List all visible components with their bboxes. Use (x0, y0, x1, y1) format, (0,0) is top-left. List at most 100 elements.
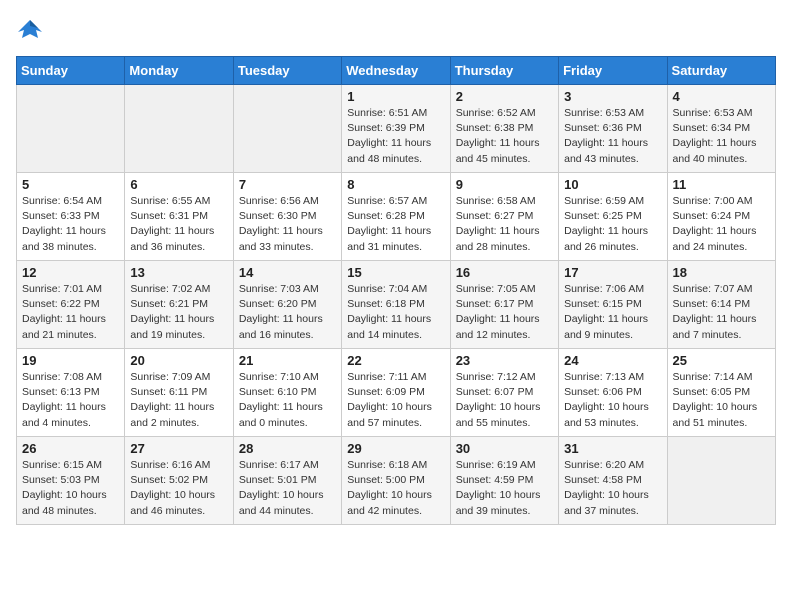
calendar-cell: 14 Sunrise: 7:03 AM Sunset: 6:20 PM Dayli… (233, 261, 341, 349)
day-number: 19 (22, 353, 119, 368)
calendar-cell: 9 Sunrise: 6:58 AM Sunset: 6:27 PM Daylig… (450, 173, 558, 261)
day-number: 11 (673, 177, 770, 192)
day-number: 24 (564, 353, 661, 368)
cell-content: Sunrise: 6:18 AM Sunset: 5:00 PM Dayligh… (347, 458, 444, 519)
cell-content: Sunrise: 7:12 AM Sunset: 6:07 PM Dayligh… (456, 370, 553, 431)
cell-content: Sunrise: 7:11 AM Sunset: 6:09 PM Dayligh… (347, 370, 444, 431)
cell-content: Sunrise: 6:15 AM Sunset: 5:03 PM Dayligh… (22, 458, 119, 519)
cell-content: Sunrise: 7:00 AM Sunset: 6:24 PM Dayligh… (673, 194, 770, 255)
calendar-cell: 21 Sunrise: 7:10 AM Sunset: 6:10 PM Dayli… (233, 349, 341, 437)
calendar-cell (667, 437, 775, 525)
calendar-cell: 19 Sunrise: 7:08 AM Sunset: 6:13 PM Dayli… (17, 349, 125, 437)
cell-content: Sunrise: 7:04 AM Sunset: 6:18 PM Dayligh… (347, 282, 444, 343)
calendar-cell: 16 Sunrise: 7:05 AM Sunset: 6:17 PM Dayli… (450, 261, 558, 349)
cell-content: Sunrise: 6:53 AM Sunset: 6:36 PM Dayligh… (564, 106, 661, 167)
day-number: 1 (347, 89, 444, 104)
day-number: 22 (347, 353, 444, 368)
calendar-cell: 29 Sunrise: 6:18 AM Sunset: 5:00 PM Dayli… (342, 437, 450, 525)
calendar-cell: 31Sunrise: 6:20 AM Sunset: 4:58 PM Dayli… (559, 437, 667, 525)
day-number: 8 (347, 177, 444, 192)
day-number: 17 (564, 265, 661, 280)
cell-content: Sunrise: 6:17 AM Sunset: 5:01 PM Dayligh… (239, 458, 336, 519)
cell-content: Sunrise: 6:20 AM Sunset: 4:58 PM Dayligh… (564, 458, 661, 519)
cell-content: Sunrise: 7:06 AM Sunset: 6:15 PM Dayligh… (564, 282, 661, 343)
cell-content: Sunrise: 7:08 AM Sunset: 6:13 PM Dayligh… (22, 370, 119, 431)
day-number: 16 (456, 265, 553, 280)
cell-content: Sunrise: 6:54 AM Sunset: 6:33 PM Dayligh… (22, 194, 119, 255)
calendar-cell: 24 Sunrise: 7:13 AM Sunset: 6:06 PM Dayli… (559, 349, 667, 437)
day-number: 29 (347, 441, 444, 456)
cell-content: Sunrise: 7:05 AM Sunset: 6:17 PM Dayligh… (456, 282, 553, 343)
page-header (16, 16, 776, 44)
day-number: 23 (456, 353, 553, 368)
day-number: 26 (22, 441, 119, 456)
logo-icon (16, 16, 44, 44)
calendar-cell: 28 Sunrise: 6:17 AM Sunset: 5:01 PM Dayli… (233, 437, 341, 525)
calendar-cell: 25Sunrise: 7:14 AM Sunset: 6:05 PM Dayli… (667, 349, 775, 437)
cell-content: Sunrise: 7:14 AM Sunset: 6:05 PM Dayligh… (673, 370, 770, 431)
cell-content: Sunrise: 6:58 AM Sunset: 6:27 PM Dayligh… (456, 194, 553, 255)
day-number: 15 (347, 265, 444, 280)
cell-content: Sunrise: 7:10 AM Sunset: 6:10 PM Dayligh… (239, 370, 336, 431)
calendar-cell: 11 Sunrise: 7:00 AM Sunset: 6:24 PM Dayli… (667, 173, 775, 261)
weekday-header: Friday (559, 57, 667, 85)
day-number: 13 (130, 265, 227, 280)
weekday-header: Wednesday (342, 57, 450, 85)
calendar-cell: 27Sunrise: 6:16 AM Sunset: 5:02 PM Dayli… (125, 437, 233, 525)
logo (16, 16, 48, 44)
calendar-cell: 26 Sunrise: 6:15 AM Sunset: 5:03 PM Dayli… (17, 437, 125, 525)
calendar-table: SundayMondayTuesdayWednesdayThursdayFrid… (16, 56, 776, 525)
cell-content: Sunrise: 7:02 AM Sunset: 6:21 PM Dayligh… (130, 282, 227, 343)
calendar-cell: 23 Sunrise: 7:12 AM Sunset: 6:07 PM Dayli… (450, 349, 558, 437)
cell-content: Sunrise: 6:19 AM Sunset: 4:59 PM Dayligh… (456, 458, 553, 519)
calendar-cell: 1 Sunrise: 6:51 AM Sunset: 6:39 PM Daylig… (342, 85, 450, 173)
cell-content: Sunrise: 7:07 AM Sunset: 6:14 PM Dayligh… (673, 282, 770, 343)
day-number: 14 (239, 265, 336, 280)
calendar-cell: 3 Sunrise: 6:53 AM Sunset: 6:36 PM Daylig… (559, 85, 667, 173)
weekday-header: Thursday (450, 57, 558, 85)
cell-content: Sunrise: 6:51 AM Sunset: 6:39 PM Dayligh… (347, 106, 444, 167)
calendar-cell: 4 Sunrise: 6:53 AM Sunset: 6:34 PM Daylig… (667, 85, 775, 173)
day-number: 28 (239, 441, 336, 456)
day-number: 20 (130, 353, 227, 368)
calendar-cell: 10 Sunrise: 6:59 AM Sunset: 6:25 PM Dayli… (559, 173, 667, 261)
day-number: 21 (239, 353, 336, 368)
calendar-cell: 15 Sunrise: 7:04 AM Sunset: 6:18 PM Dayli… (342, 261, 450, 349)
day-number: 2 (456, 89, 553, 104)
day-number: 6 (130, 177, 227, 192)
day-number: 7 (239, 177, 336, 192)
cell-content: Sunrise: 7:13 AM Sunset: 6:06 PM Dayligh… (564, 370, 661, 431)
cell-content: Sunrise: 6:16 AM Sunset: 5:02 PM Dayligh… (130, 458, 227, 519)
calendar-cell: 22 Sunrise: 7:11 AM Sunset: 6:09 PM Dayli… (342, 349, 450, 437)
day-number: 18 (673, 265, 770, 280)
day-number: 4 (673, 89, 770, 104)
calendar-cell (17, 85, 125, 173)
cell-content: Sunrise: 6:53 AM Sunset: 6:34 PM Dayligh… (673, 106, 770, 167)
cell-content: Sunrise: 7:03 AM Sunset: 6:20 PM Dayligh… (239, 282, 336, 343)
calendar-cell: 5 Sunrise: 6:54 AM Sunset: 6:33 PM Daylig… (17, 173, 125, 261)
day-number: 12 (22, 265, 119, 280)
calendar-header: SundayMondayTuesdayWednesdayThursdayFrid… (17, 57, 776, 85)
cell-content: Sunrise: 6:52 AM Sunset: 6:38 PM Dayligh… (456, 106, 553, 167)
calendar-cell: 8 Sunrise: 6:57 AM Sunset: 6:28 PM Daylig… (342, 173, 450, 261)
calendar-cell: 2 Sunrise: 6:52 AM Sunset: 6:38 PM Daylig… (450, 85, 558, 173)
day-number: 3 (564, 89, 661, 104)
weekday-header: Saturday (667, 57, 775, 85)
calendar-cell: 30Sunrise: 6:19 AM Sunset: 4:59 PM Dayli… (450, 437, 558, 525)
day-number: 10 (564, 177, 661, 192)
cell-content: Sunrise: 6:56 AM Sunset: 6:30 PM Dayligh… (239, 194, 336, 255)
cell-content: Sunrise: 6:55 AM Sunset: 6:31 PM Dayligh… (130, 194, 227, 255)
calendar-cell: 6 Sunrise: 6:55 AM Sunset: 6:31 PM Daylig… (125, 173, 233, 261)
calendar-cell: 20 Sunrise: 7:09 AM Sunset: 6:11 PM Dayli… (125, 349, 233, 437)
cell-content: Sunrise: 6:57 AM Sunset: 6:28 PM Dayligh… (347, 194, 444, 255)
calendar-cell: 7 Sunrise: 6:56 AM Sunset: 6:30 PM Daylig… (233, 173, 341, 261)
cell-content: Sunrise: 6:59 AM Sunset: 6:25 PM Dayligh… (564, 194, 661, 255)
weekday-header: Sunday (17, 57, 125, 85)
cell-content: Sunrise: 7:01 AM Sunset: 6:22 PM Dayligh… (22, 282, 119, 343)
weekday-header: Tuesday (233, 57, 341, 85)
calendar-cell: 13 Sunrise: 7:02 AM Sunset: 6:21 PM Dayli… (125, 261, 233, 349)
cell-content: Sunrise: 7:09 AM Sunset: 6:11 PM Dayligh… (130, 370, 227, 431)
day-number: 9 (456, 177, 553, 192)
day-number: 5 (22, 177, 119, 192)
calendar-cell: 18 Sunrise: 7:07 AM Sunset: 6:14 PM Dayli… (667, 261, 775, 349)
